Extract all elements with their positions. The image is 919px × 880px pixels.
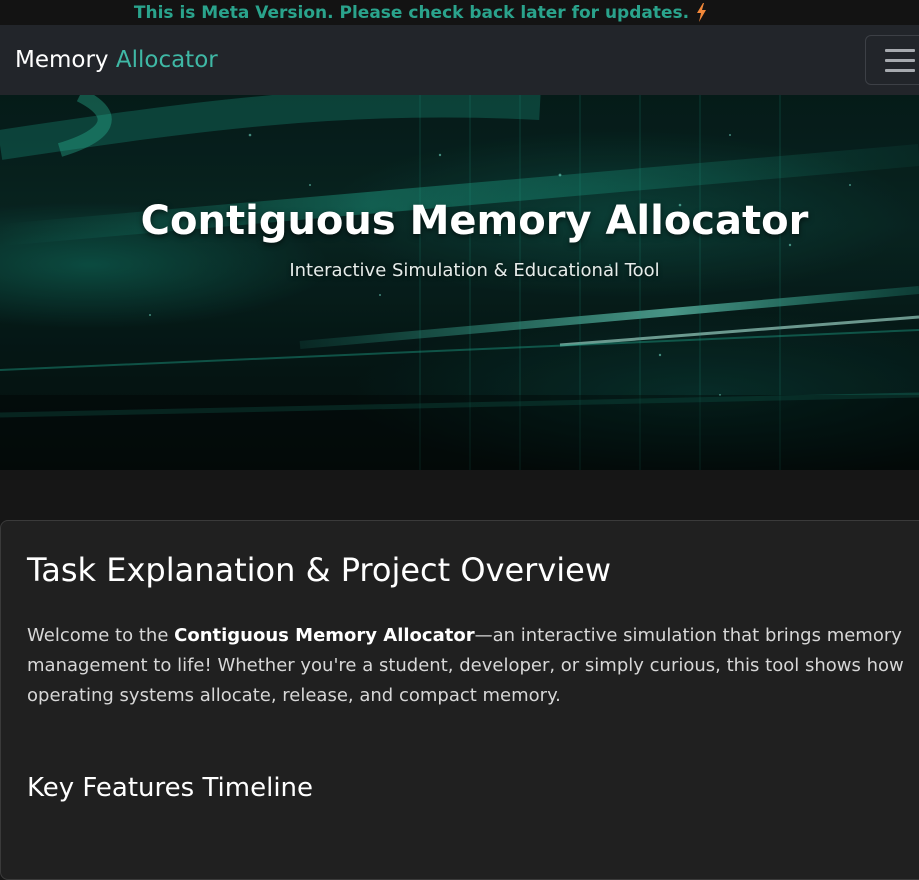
navbar: Memory Allocator — [0, 25, 919, 95]
intro-highlight: Contiguous Memory Allocator — [174, 625, 475, 646]
hero-banner: Contiguous Memory Allocator Interactive … — [0, 95, 919, 470]
overview-card: Task Explanation & Project Overview Welc… — [0, 520, 919, 880]
announcement-bar: This is Meta Version. Please check back … — [0, 0, 919, 25]
hamburger-menu-icon — [885, 48, 915, 52]
lightning-bolt-icon — [697, 3, 707, 22]
overview-intro: Welcome to the Contiguous Memory Allocat… — [27, 625, 904, 706]
brand-accent: Allocator — [115, 47, 218, 73]
menu-toggle-button[interactable] — [865, 35, 919, 85]
brand-logo[interactable]: Memory Allocator — [15, 47, 218, 73]
features-timeline-title: Key Features Timeline — [27, 773, 314, 803]
brand-primary: Memory — [15, 47, 109, 73]
hero-subtitle: Interactive Simulation & Educational Too… — [289, 260, 660, 281]
hero-background-image — [0, 95, 919, 470]
announcement: This is Meta Version. Please check back … — [134, 3, 707, 23]
hero-title: Contiguous Memory Allocator — [140, 198, 809, 244]
announcement-text: This is Meta Version. Please check back … — [133, 2, 690, 23]
overview-title: Task Explanation & Project Overview — [27, 551, 611, 589]
